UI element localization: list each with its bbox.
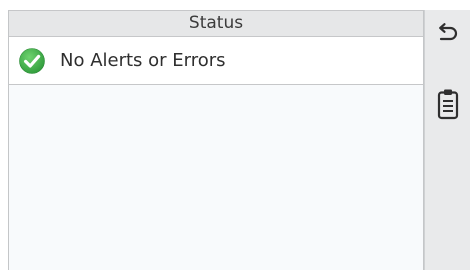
status-list-item: No Alerts or Errors — [9, 37, 423, 85]
status-screen: Status No Alerts or Errors — [0, 0, 470, 270]
right-sidebar — [424, 10, 470, 270]
clipboard-button[interactable] — [425, 88, 470, 128]
status-message: No Alerts or Errors — [60, 50, 226, 71]
status-list-empty-area — [9, 85, 423, 270]
check-circle-icon — [19, 48, 45, 74]
status-panel: Status No Alerts or Errors — [8, 10, 424, 270]
clipboard-icon — [437, 89, 459, 120]
back-button[interactable] — [425, 22, 470, 58]
back-arrow-icon — [439, 23, 458, 41]
panel-title: Status — [9, 10, 423, 37]
